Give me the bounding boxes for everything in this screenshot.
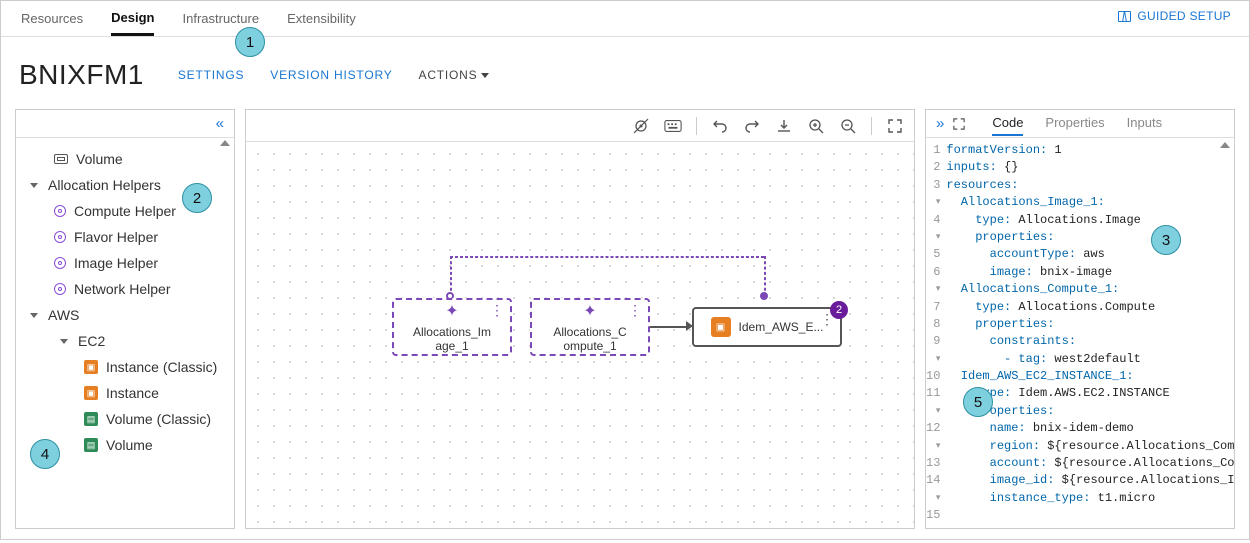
chevron-down-icon <box>30 313 38 318</box>
callout-1: 1 <box>235 27 265 57</box>
settings-link[interactable]: SETTINGS <box>178 68 244 82</box>
connector <box>450 256 452 296</box>
volume-icon: ▤ <box>84 412 98 426</box>
fullscreen-icon[interactable] <box>950 115 968 133</box>
node-label: Idem_AWS_E... <box>739 320 824 334</box>
version-history-link[interactable]: VERSION HISTORY <box>270 68 392 82</box>
code-editor[interactable]: 1 2 3 ▾ 4 ▾ 5 6 ▾ 7 8 9 ▾ 10 11 ▾ 12 ▾ 1… <box>926 138 1234 528</box>
tree-aws-label: AWS <box>48 307 79 323</box>
helper-icon <box>54 205 66 217</box>
tree-image-helper-label: Image Helper <box>74 255 158 271</box>
tab-design[interactable]: Design <box>111 2 154 36</box>
tab-code[interactable]: Code <box>992 111 1023 136</box>
node-label: age_1 <box>435 339 468 353</box>
tree-volume-classic[interactable]: ▤ Volume (Classic) <box>16 406 234 432</box>
tree-instance-classic-label: Instance (Classic) <box>106 359 217 375</box>
actions-menu[interactable]: ACTIONS <box>419 68 490 82</box>
code-panel-head: Code Properties Inputs <box>926 110 1234 138</box>
chevron-down-icon <box>30 183 38 188</box>
node-allocations-image[interactable]: ⋮ ✦ Allocations_Im age_1 <box>392 298 512 356</box>
node-allocations-compute[interactable]: ⋮ ✦ Allocations_C ompute_1 <box>530 298 650 356</box>
tree-compute-helper-label: Compute Helper <box>74 203 176 219</box>
code-content: formatVersion: 1 inputs: {} resources: A… <box>946 138 1234 528</box>
volume-icon <box>54 154 68 164</box>
palette-head <box>16 110 234 138</box>
volume-icon: ▤ <box>84 438 98 452</box>
separator <box>871 117 872 135</box>
node-menu-icon[interactable]: ⋮ <box>820 315 834 323</box>
instance-icon: ▣ <box>84 360 98 374</box>
tree-image-helper[interactable]: Image Helper <box>16 250 234 276</box>
instance-icon: ▣ <box>711 317 731 337</box>
callout-2: 2 <box>182 183 212 213</box>
tab-extensibility[interactable]: Extensibility <box>287 3 356 34</box>
tree-ec2[interactable]: EC2 <box>16 328 234 354</box>
node-menu-icon[interactable]: ⋮ <box>490 306 504 314</box>
node-idem-aws-ec2[interactable]: 2 ⋮ ▣ Idem_AWS_E... <box>692 307 842 347</box>
guided-setup-label: GUIDED SETUP <box>1137 9 1231 23</box>
actions-label: ACTIONS <box>419 68 478 82</box>
collapse-left-icon[interactable] <box>216 115 224 132</box>
image-helper-icon: ✦ <box>445 301 458 321</box>
connector-port <box>760 292 768 300</box>
chevron-down-icon <box>481 73 489 78</box>
node-label: Allocations_Im <box>413 325 491 339</box>
separator <box>696 117 697 135</box>
code-panel-tabs: Code Properties Inputs <box>992 111 1162 136</box>
callout-4: 4 <box>30 439 60 469</box>
tab-inputs[interactable]: Inputs <box>1127 111 1162 136</box>
line-gutter: 1 2 3 ▾ 4 ▾ 5 6 ▾ 7 8 9 ▾ 10 11 ▾ 12 ▾ 1… <box>926 138 946 528</box>
connector <box>450 256 764 258</box>
design-canvas[interactable]: ⋮ ✦ Allocations_Im age_1 ⋮ ✦ Allocations… <box>246 142 914 528</box>
redo-icon[interactable] <box>743 117 761 135</box>
tree-instance[interactable]: ▣ Instance <box>16 380 234 406</box>
chevron-down-icon <box>60 339 68 344</box>
scroll-up-icon[interactable] <box>1220 142 1230 148</box>
instance-icon: ▣ <box>84 386 98 400</box>
helper-icon <box>54 257 66 269</box>
undo-icon[interactable] <box>711 117 729 135</box>
tree-instance-classic[interactable]: ▣ Instance (Classic) <box>16 354 234 380</box>
zoom-in-icon[interactable] <box>807 117 825 135</box>
node-label: ompute_1 <box>563 339 616 353</box>
fullscreen-icon[interactable] <box>886 117 904 135</box>
map-icon <box>1118 11 1131 22</box>
callout-5: 5 <box>963 387 993 417</box>
connector <box>764 256 766 296</box>
tree-volume-label: Volume <box>76 151 123 167</box>
tree-aws[interactable]: AWS <box>16 302 234 328</box>
tree-allocation-helpers-label: Allocation Helpers <box>48 177 161 193</box>
callout-3: 3 <box>1151 225 1181 255</box>
design-canvas-panel: ⋮ ✦ Allocations_Im age_1 ⋮ ✦ Allocations… <box>245 109 915 529</box>
helper-icon <box>54 231 66 243</box>
keyboard-icon[interactable] <box>664 117 682 135</box>
tree-network-helper-label: Network Helper <box>74 281 170 297</box>
tree-instance-label: Instance <box>106 385 159 401</box>
compute-helper-icon: ✦ <box>583 301 596 321</box>
tree-volume[interactable]: Volume <box>16 146 234 172</box>
code-panel: Code Properties Inputs 1 2 3 ▾ 4 ▾ 5 6 ▾… <box>925 109 1235 529</box>
zoom-out-icon[interactable] <box>839 117 857 135</box>
guided-setup-link[interactable]: GUIDED SETUP <box>1118 9 1231 23</box>
page-header: BNIXFM1 SETTINGS VERSION HISTORY ACTIONS <box>1 37 1249 109</box>
tree-ec2-label: EC2 <box>78 333 105 349</box>
expand-right-icon[interactable] <box>936 115 944 132</box>
tree-network-helper[interactable]: Network Helper <box>16 276 234 302</box>
download-icon[interactable] <box>775 117 793 135</box>
canvas-toolbar <box>246 110 914 142</box>
helper-icon <box>54 283 66 295</box>
scroll-up-icon[interactable] <box>220 140 230 146</box>
tree-flavor-helper-label: Flavor Helper <box>74 229 158 245</box>
connector <box>648 326 690 328</box>
tree-flavor-helper[interactable]: Flavor Helper <box>16 224 234 250</box>
page-title: BNIXFM1 <box>19 59 144 91</box>
tree-volume2-label: Volume <box>106 437 153 453</box>
target-icon[interactable] <box>632 117 650 135</box>
tab-resources[interactable]: Resources <box>21 3 83 34</box>
top-tab-bar: Resources Design Infrastructure Extensib… <box>1 1 1249 37</box>
node-label: Allocations_C <box>553 325 626 339</box>
node-menu-icon[interactable]: ⋮ <box>628 306 642 314</box>
tab-properties[interactable]: Properties <box>1045 111 1104 136</box>
tree-volume-classic-label: Volume (Classic) <box>106 411 211 427</box>
